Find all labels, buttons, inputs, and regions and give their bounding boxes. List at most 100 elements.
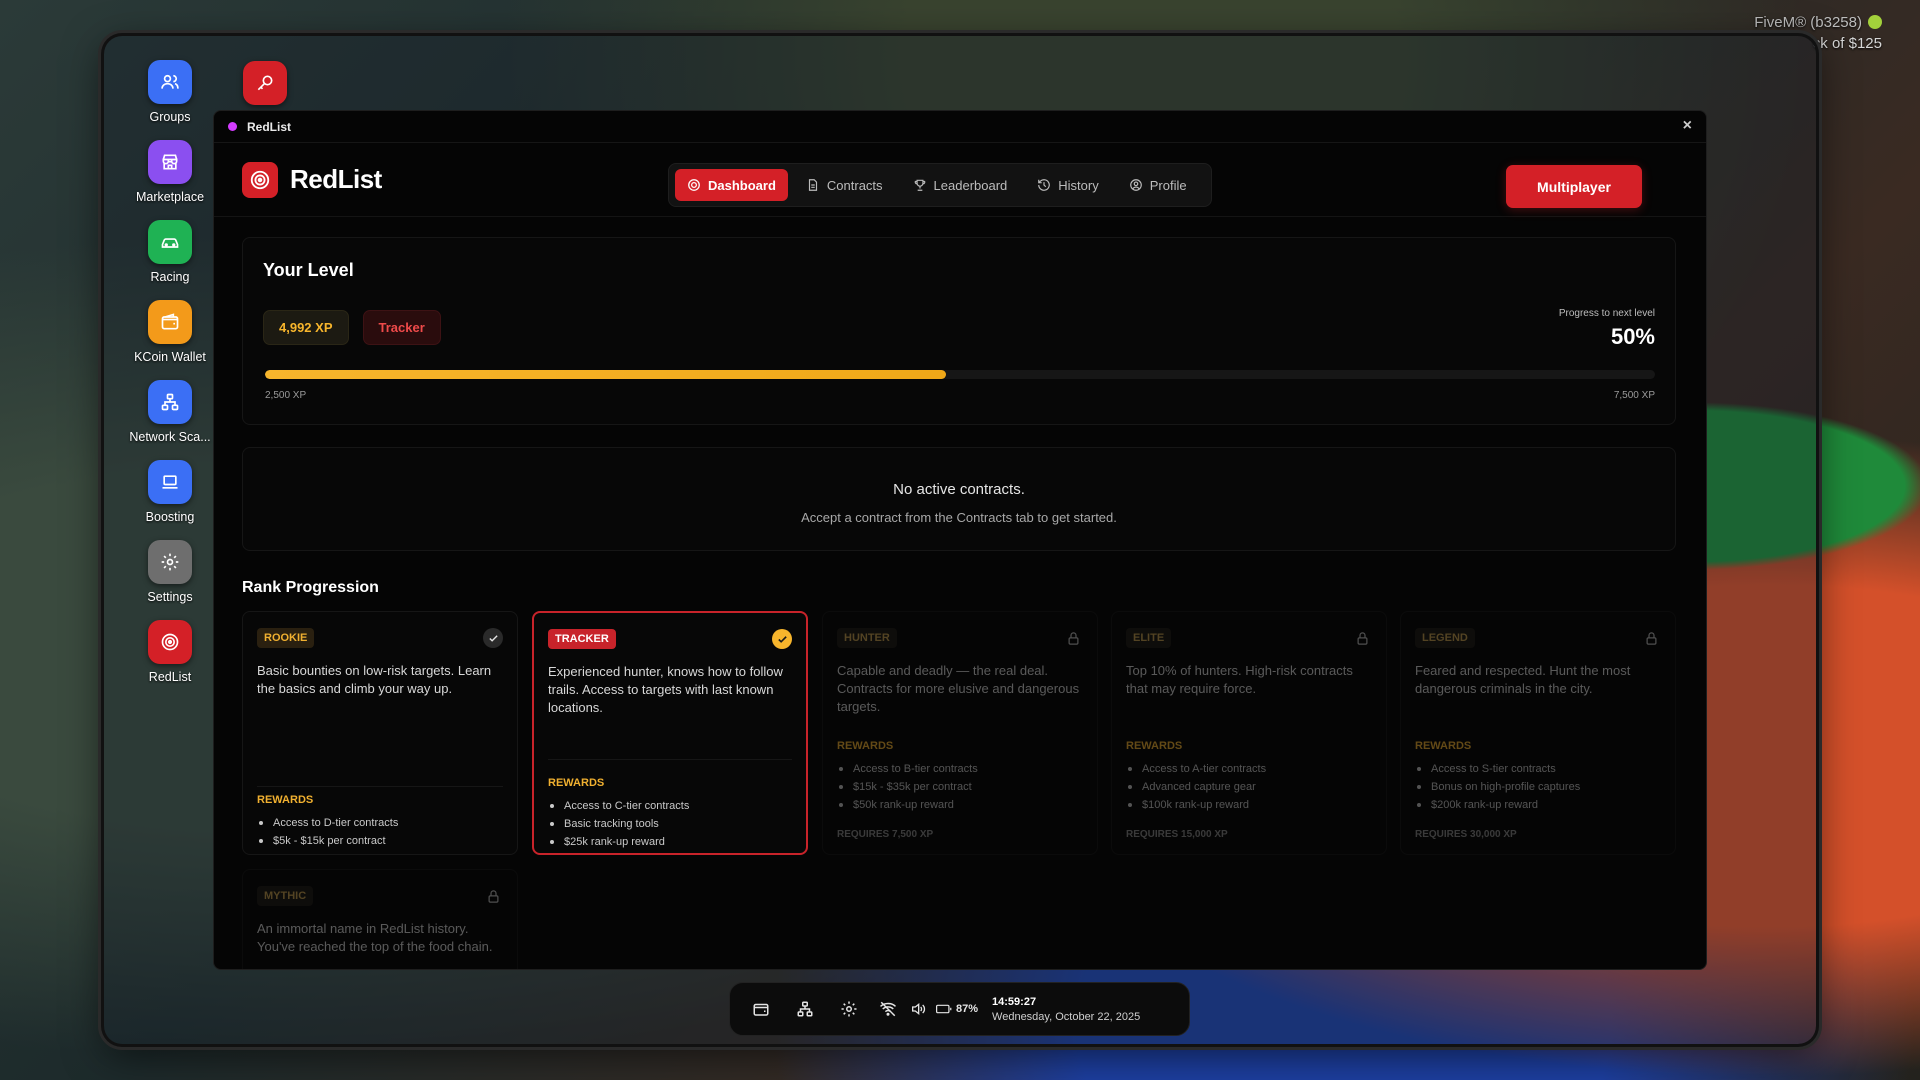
level-chips: 4,992 XP Tracker [263, 310, 455, 345]
status-dot-icon [1868, 15, 1882, 29]
rank-badge: ELITE [1126, 628, 1172, 648]
tab-leaderboard[interactable]: Leaderboard [901, 169, 1020, 201]
reward-item: Access to B-tier contracts [837, 760, 1083, 778]
rank-card-rookie[interactable]: ROOKIE Basic bounties on low-risk target… [242, 611, 518, 855]
level-title: Your Level [263, 260, 354, 280]
target-icon [688, 179, 700, 191]
store-icon [148, 140, 192, 184]
desktop-app-redlist[interactable]: RedList [120, 620, 220, 700]
wallet-icon [148, 300, 192, 344]
lock-icon [1641, 628, 1661, 648]
rank-description: Basic bounties on low-risk targets. Lear… [257, 663, 492, 696]
rank-progression-title: Rank Progression [242, 579, 379, 596]
wifi-off-icon[interactable] [876, 992, 900, 1026]
rank-card-legend[interactable]: LEGEND Feared and respected. Hunt the mo… [1400, 611, 1676, 855]
battery-percent: 87% [956, 1003, 979, 1015]
redlist-window: RedList × RedList Dashboard Contracts Le… [213, 110, 1707, 970]
rank-card-hunter[interactable]: HUNTER Capable and deadly — the real dea… [822, 611, 1098, 855]
desktop-app-label: Settings [147, 590, 193, 604]
rank-card-tracker[interactable]: TRACKER Experienced hunter, knows how to… [532, 611, 808, 855]
rank-rewards: REWARDS Access to S-tier contracts Bonus… [1415, 740, 1661, 814]
target-icon [242, 161, 278, 198]
xp-badge: 4,992 XP [263, 310, 349, 345]
window-titlebar[interactable]: RedList × [214, 111, 1706, 143]
divider [548, 759, 792, 760]
app-header: RedList Dashboard Contracts Leaderboard … [214, 143, 1706, 217]
tab-dashboard[interactable]: Dashboard [675, 169, 788, 201]
desktop-app-label: Network Sca... [129, 430, 211, 444]
desktop-app-label: Racing [150, 270, 190, 284]
desktop-app-kcoin-wallet[interactable]: KCoin Wallet [120, 300, 220, 380]
tab-label: Dashboard [708, 177, 776, 193]
wallet-icon[interactable] [744, 992, 778, 1026]
desktop-app-marketplace[interactable]: Marketplace [120, 140, 220, 220]
rank-badge: TRACKER [548, 629, 616, 649]
reward-item: Access to A-tier contracts [1126, 760, 1372, 778]
tab-label: Contracts [826, 177, 883, 193]
server-label: FiveM® (b3258) [1754, 14, 1862, 31]
brand-name: RedList [290, 164, 382, 194]
history-icon [1038, 179, 1051, 191]
reward-item: $5k - $15k per contract [257, 832, 503, 850]
tab-profile[interactable]: Profile [1117, 169, 1199, 201]
rank-requirement: REQUIRES 30,000 XP [1415, 829, 1517, 840]
rank-badge: Tracker [362, 310, 441, 345]
desktop-app-network-scanner[interactable]: Network Sca... [120, 380, 220, 460]
rewards-heading: REWARDS [837, 740, 894, 752]
progress-min-label: 2,500 XP [265, 390, 307, 401]
rank-requirement: REQUIRES 7,500 XP [837, 829, 934, 840]
progress-label: Progress to next level [1558, 308, 1655, 319]
reward-item: $15k - $35k per contract [837, 778, 1083, 796]
level-card: Your Level 4,992 XP Tracker Progress to … [242, 237, 1676, 425]
main-nav: Dashboard Contracts Leaderboard History … [668, 163, 1212, 207]
close-button[interactable]: × [1683, 117, 1692, 135]
reward-item: Bonus on high-profile captures [1415, 778, 1661, 796]
rank-rewards: REWARDS Access to B-tier contracts $15k … [837, 740, 1083, 814]
lock-icon [483, 886, 503, 906]
volume-icon[interactable] [906, 992, 930, 1026]
rewards-heading: REWARDS [548, 777, 605, 789]
tab-contracts[interactable]: Contracts [794, 169, 895, 201]
reward-item: $25k rank-up reward [548, 833, 792, 851]
document-icon [808, 179, 817, 191]
reward-item: Access to S-tier contracts [1415, 760, 1661, 778]
desktop-icons: Groups Marketplace Racing KCoin Wallet N… [120, 60, 220, 700]
reward-item: $200k rank-up reward [1415, 796, 1661, 814]
taskbar: 87% 14:59:27 Wednesday, October 22, 2025 [729, 982, 1190, 1036]
tab-history[interactable]: History [1025, 169, 1110, 201]
desktop-app-racing[interactable]: Racing [120, 220, 220, 300]
key-icon[interactable] [243, 61, 287, 105]
rank-rewards: REWARDS Access to D-tier contracts $5k -… [257, 794, 503, 850]
reward-item: $100k rank-up reward [1126, 796, 1372, 814]
multiplayer-button[interactable]: Multiplayer [1506, 165, 1642, 208]
clock: 14:59:27 Wednesday, October 22, 2025 [992, 994, 1140, 1025]
rank-rewards: REWARDS Access to C-tier contracts Basic… [548, 777, 792, 851]
rewards-heading: REWARDS [257, 794, 314, 806]
divider [257, 786, 503, 787]
window-title: RedList [247, 119, 292, 134]
reward-item: Access to C-tier contracts [548, 797, 792, 815]
rank-badge: HUNTER [837, 628, 897, 648]
rank-description: Feared and respected. Hunt the most dang… [1415, 663, 1631, 696]
desktop-app-boosting[interactable]: Boosting [120, 460, 220, 540]
rank-rewards: REWARDS Access to A-tier contracts Advan… [1126, 740, 1372, 814]
desktop-app-groups[interactable]: Groups [120, 60, 220, 140]
rank-badge: MYTHIC [257, 886, 314, 906]
rank-card-mythic[interactable]: MYTHIC An immortal name in RedList histo… [242, 869, 518, 969]
rank-requirement: REQUIRES 15,000 XP [1126, 829, 1228, 840]
active-contracts-card: No active contracts. Accept a contract f… [242, 447, 1676, 551]
check-icon [483, 628, 503, 648]
desktop-app-settings[interactable]: Settings [120, 540, 220, 620]
rank-description: Capable and deadly — the real deal. Cont… [837, 663, 1080, 714]
battery-icon [936, 1004, 952, 1014]
recording-dot-icon [228, 122, 237, 131]
rank-description: An immortal name in RedList history. You… [257, 921, 493, 954]
rank-card-elite[interactable]: ELITE Top 10% of hunters. High-risk cont… [1111, 611, 1387, 855]
reward-item: Basic tracking tools [548, 815, 792, 833]
battery-status: 87% [936, 1003, 978, 1015]
gear-icon[interactable] [832, 992, 866, 1026]
rank-description: Top 10% of hunters. High-risk contracts … [1126, 663, 1353, 696]
network-icon[interactable] [788, 992, 822, 1026]
trophy-icon [914, 179, 925, 191]
progress-max-label: 7,500 XP [1613, 390, 1655, 401]
